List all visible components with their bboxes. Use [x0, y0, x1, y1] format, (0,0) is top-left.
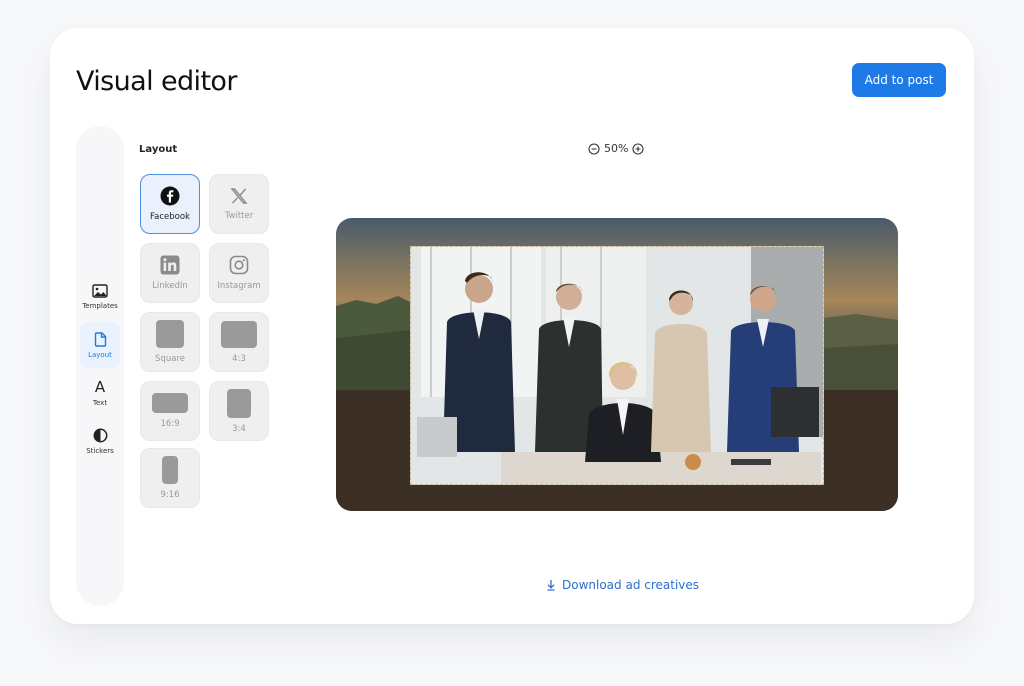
layout-option-label: LinkedIn: [152, 281, 188, 291]
layout-option-label: Square: [155, 354, 185, 364]
layout-option-instagram[interactable]: Instagram: [209, 243, 269, 303]
image-icon: [92, 284, 108, 298]
layout-heading: Layout: [139, 144, 178, 155]
sidebar-item-label: Text: [92, 398, 108, 407]
download-icon: [547, 580, 555, 591]
half-circle-icon: [93, 428, 107, 442]
ratio-16-9-icon: [152, 393, 188, 413]
layout-option-facebook[interactable]: Facebook: [140, 174, 200, 234]
layout-option-label: Twitter: [224, 211, 254, 221]
ratio-9-16-icon: [162, 456, 178, 484]
square-shape-icon: [156, 320, 184, 348]
sidebar-item-text[interactable]: A Text: [80, 370, 120, 416]
plus-circle-icon: [632, 142, 645, 155]
page-title: Visual editor: [76, 66, 237, 97]
facebook-icon: [160, 186, 180, 206]
layout-option-3-4[interactable]: 3:4: [209, 381, 269, 441]
layout-option-label: 4:3: [232, 353, 246, 364]
sidebar-item-label: Stickers: [86, 446, 114, 455]
instagram-icon: [229, 255, 249, 275]
zoom-level: 50%: [604, 142, 629, 155]
layout-option-label: 3:4: [232, 423, 246, 434]
layout-option-square[interactable]: Square: [140, 312, 200, 372]
layout-option-label: Facebook: [150, 212, 190, 222]
file-icon: [94, 331, 106, 347]
download-ad-creatives-link[interactable]: Download ad creatives: [546, 578, 699, 592]
sidebar-item-layout[interactable]: Layout: [80, 322, 120, 368]
layout-option-label: 16:9: [160, 419, 180, 429]
editor-card: Visual editor Add to post Templates Layo…: [50, 28, 974, 624]
ratio-3-4-icon: [227, 388, 251, 418]
sidebar-item-stickers[interactable]: Stickers: [80, 418, 120, 464]
download-label: Download ad creatives: [562, 578, 700, 592]
layout-option-twitter[interactable]: Twitter: [209, 174, 269, 234]
linkedin-icon: [160, 255, 180, 275]
sidebar-item-label: Templates: [82, 302, 118, 310]
sidebar: Templates Layout A Text Stickers: [76, 126, 124, 606]
crop-area[interactable]: [410, 246, 824, 485]
minus-circle-icon: [588, 142, 600, 155]
layout-option-16-9[interactable]: 16:9: [140, 381, 200, 441]
sidebar-item-label: Layout: [88, 350, 112, 359]
office-photo: [411, 247, 823, 484]
zoom-control: 50%: [588, 142, 645, 155]
design-canvas[interactable]: [336, 218, 898, 511]
x-icon: [230, 188, 248, 204]
layout-option-label: Instagram: [217, 281, 261, 291]
ratio-4-3-icon: [221, 320, 257, 348]
layout-option-4-3[interactable]: 4:3: [209, 312, 269, 372]
zoom-out-button[interactable]: [588, 142, 600, 155]
layout-option-linkedin[interactable]: LinkedIn: [140, 243, 200, 303]
layout-option-9-16[interactable]: 9:16: [140, 448, 200, 508]
layout-option-label: 9:16: [160, 490, 180, 500]
text-icon: A: [94, 377, 106, 396]
zoom-in-button[interactable]: [632, 142, 645, 155]
sidebar-item-templates[interactable]: Templates: [80, 274, 120, 320]
add-to-post-button[interactable]: Add to post: [852, 63, 946, 97]
